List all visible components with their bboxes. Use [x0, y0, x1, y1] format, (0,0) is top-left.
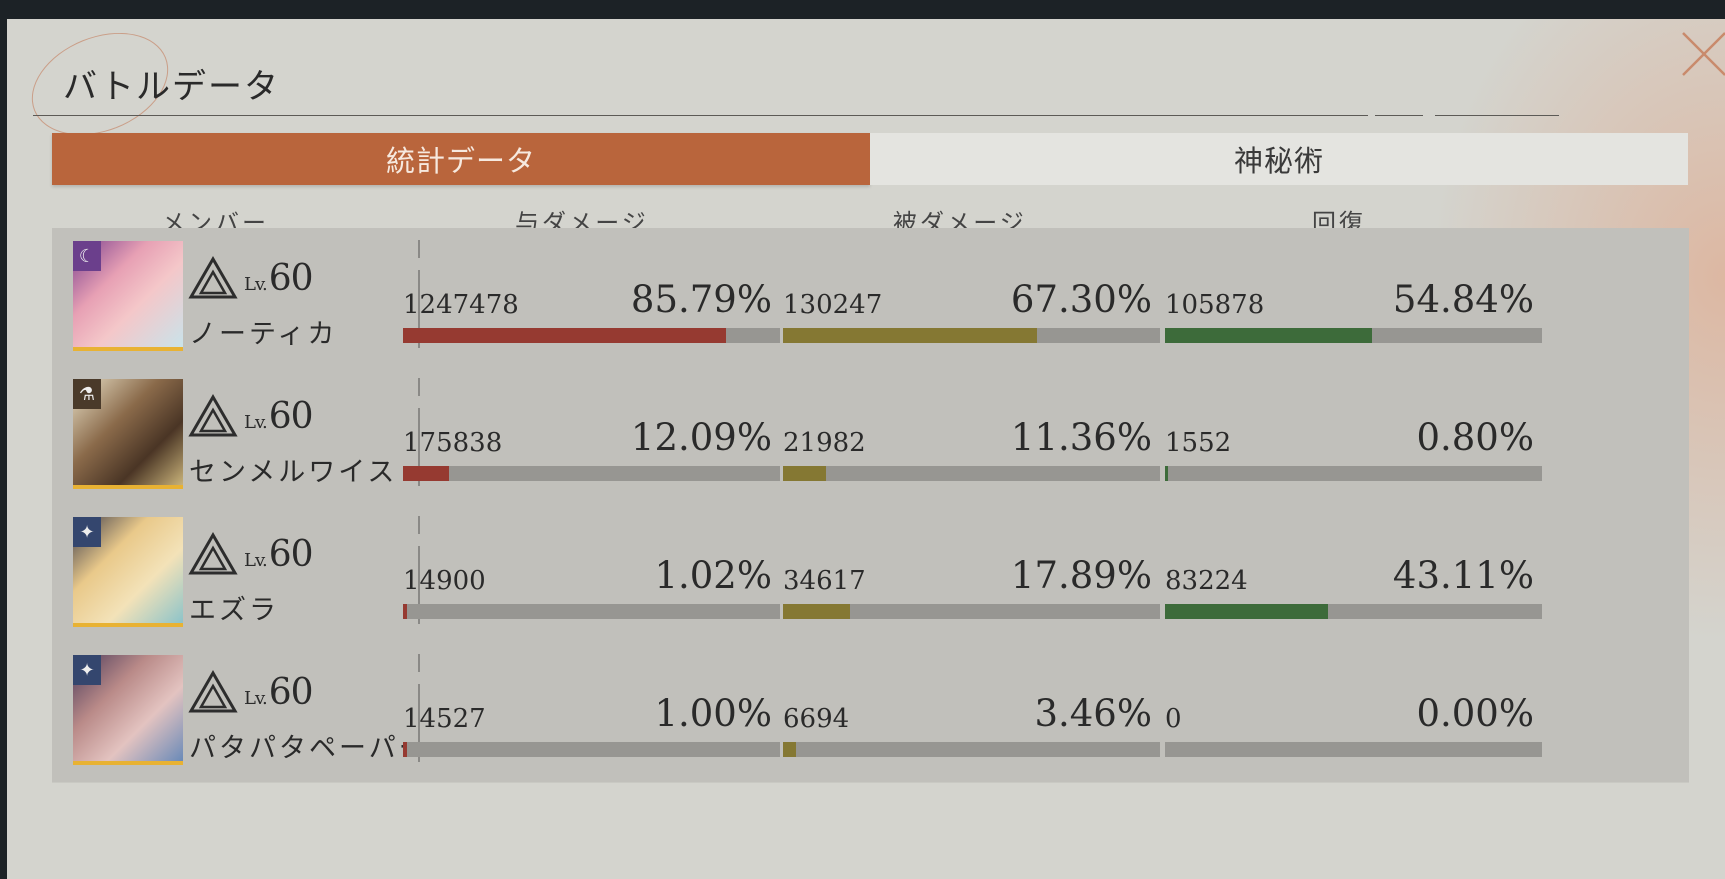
rank-triangle-icon: [188, 256, 238, 299]
member-row: ✦ Lv.60 パタパタペーパー 14527 1.00% 6694 3.46% …: [52, 642, 1689, 782]
member-level: Lv.60: [244, 396, 314, 437]
damage-dealt-bar-track: [403, 604, 780, 619]
member-name: ノーティカ: [189, 319, 338, 350]
level-prefix: Lv.: [244, 412, 268, 433]
damage-taken-percent: 11.36%: [1010, 416, 1152, 459]
damage-dealt-percent: 1.02%: [654, 554, 772, 597]
damage-dealt-value: 14527: [403, 704, 486, 734]
damage-dealt-bar-track: [403, 466, 780, 481]
close-button[interactable]: [1677, 25, 1725, 81]
healing-bar-track: [1165, 742, 1542, 757]
healing-percent: 43.11%: [1392, 554, 1534, 597]
level-prefix: Lv.: [244, 274, 268, 295]
damage-taken-value: 21982: [783, 428, 866, 458]
mortar-icon: ⚗: [73, 379, 101, 409]
healing-value: 0: [1165, 704, 1182, 734]
member-portrait[interactable]: ✦: [73, 517, 183, 627]
title-divider-short: [1375, 115, 1423, 116]
level-value: 60: [268, 534, 314, 575]
tab-bar: 統計データ 神秘術: [52, 133, 1688, 185]
healing-bar-fill: [1165, 328, 1372, 343]
damage-dealt-bar-fill: [403, 328, 727, 343]
crescent-moon-icon: ☾: [73, 241, 101, 271]
damage-dealt-value: 1247478: [403, 290, 519, 320]
damage-dealt-value: 14900: [403, 566, 486, 596]
healing-bar-track: [1165, 328, 1542, 343]
damage-dealt-percent: 85.79%: [630, 278, 772, 321]
star-sparkle-icon: ✦: [73, 517, 101, 547]
damage-dealt-bar-track: [403, 742, 780, 757]
damage-dealt-bar-track: [403, 328, 780, 343]
damage-dealt-percent: 1.00%: [654, 692, 772, 735]
damage-taken-bar-fill: [783, 328, 1037, 343]
healing-value: 83224: [1165, 566, 1248, 596]
damage-taken-percent: 3.46%: [1034, 692, 1152, 735]
damage-taken-percent: 67.30%: [1010, 278, 1152, 321]
star-sparkle-icon: ✦: [73, 655, 101, 685]
level-prefix: Lv.: [244, 550, 268, 571]
rank-triangle-icon: [188, 670, 238, 713]
window-title: バトルデータ: [63, 67, 281, 107]
level-value: 60: [268, 672, 314, 713]
title-divider: [33, 115, 1368, 116]
healing-bar-track: [1165, 466, 1542, 481]
member-level: Lv.60: [244, 672, 314, 713]
damage-dealt-bar-fill: [403, 604, 407, 619]
member-portrait[interactable]: ⚗: [73, 379, 183, 489]
damage-dealt-percent: 12.09%: [630, 416, 772, 459]
damage-taken-bar-fill: [783, 466, 826, 481]
damage-taken-bar-track: [783, 466, 1160, 481]
healing-percent: 54.84%: [1392, 278, 1534, 321]
healing-percent: 0.00%: [1416, 692, 1534, 735]
level-value: 60: [268, 258, 314, 299]
title-divider-end: [1435, 115, 1559, 116]
member-name: センメルワイス: [189, 457, 398, 488]
column-separator: [418, 240, 420, 258]
damage-taken-value: 130247: [783, 290, 883, 320]
damage-dealt-value: 175838: [403, 428, 503, 458]
tab-statistics[interactable]: 統計データ: [52, 133, 870, 185]
member-portrait[interactable]: ☾: [73, 241, 183, 351]
healing-bar-fill: [1165, 604, 1328, 619]
healing-value: 105878: [1165, 290, 1265, 320]
member-level: Lv.60: [244, 534, 314, 575]
column-separator: [418, 378, 420, 396]
damage-taken-bar-fill: [783, 604, 851, 619]
column-separator: [418, 516, 420, 534]
rank-triangle-icon: [188, 394, 238, 437]
healing-bar-fill: [1165, 466, 1169, 481]
damage-dealt-bar-fill: [403, 466, 449, 481]
damage-taken-bar-track: [783, 604, 1160, 619]
healing-bar-track: [1165, 604, 1542, 619]
damage-taken-bar-track: [783, 742, 1160, 757]
damage-taken-bar-track: [783, 328, 1160, 343]
rank-triangle-icon: [188, 532, 238, 575]
level-prefix: Lv.: [244, 688, 268, 709]
member-portrait[interactable]: ✦: [73, 655, 183, 765]
column-separator: [418, 654, 420, 672]
member-name: エズラ: [189, 595, 279, 626]
tab-mystic-arts[interactable]: 神秘術: [870, 133, 1688, 185]
member-row: ✦ Lv.60 エズラ 14900 1.02% 34617 17.89% 832…: [52, 504, 1689, 644]
damage-taken-bar-fill: [783, 742, 797, 757]
member-row: ⚗ Lv.60 センメルワイス 175838 12.09% 21982 11.3…: [52, 366, 1689, 506]
healing-percent: 0.80%: [1416, 416, 1534, 459]
member-level: Lv.60: [244, 258, 314, 299]
damage-taken-value: 34617: [783, 566, 866, 596]
level-value: 60: [268, 396, 314, 437]
battle-data-panel: バトルデータ 統計データ 神秘術 メンバー 与ダメージ 被ダメージ 回復 ☾ L…: [7, 19, 1725, 879]
damage-taken-value: 6694: [783, 704, 850, 734]
healing-value: 1552: [1165, 428, 1232, 458]
member-name: パタパタペーパー: [189, 733, 429, 764]
damage-dealt-bar-fill: [403, 742, 407, 757]
damage-taken-percent: 17.89%: [1010, 554, 1152, 597]
member-row: ☾ Lv.60 ノーティカ 1247478 85.79% 130247 67.3…: [52, 228, 1689, 368]
close-icon: [1682, 32, 1725, 76]
